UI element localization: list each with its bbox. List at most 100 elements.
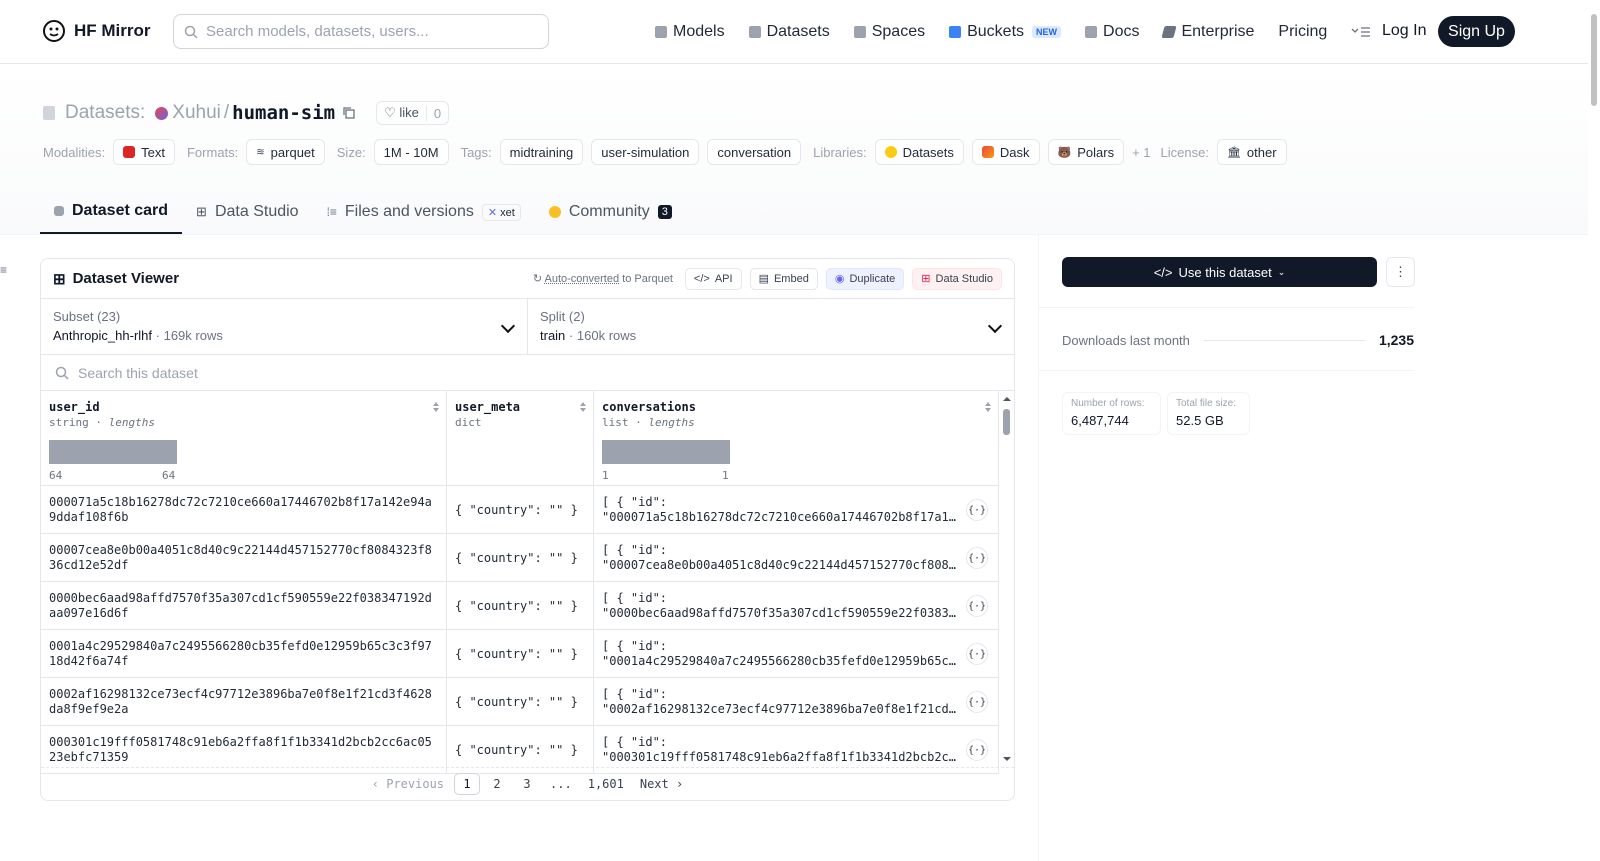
column-header-user-meta[interactable]: user_meta dict: [447, 391, 594, 486]
cell-conversations[interactable]: [ { "id": "00007cea8e0b00a4051c8d40c9c221…: [594, 534, 999, 582]
auto-converted-link[interactable]: Auto-converted: [544, 273, 619, 285]
nav-datasets[interactable]: Datasets: [748, 23, 830, 41]
tab-community[interactable]: Community 3: [535, 190, 686, 234]
use-this-dataset-button[interactable]: </> Use this dataset ⌄: [1062, 257, 1377, 287]
cell-user-meta[interactable]: { "country": "" }: [447, 486, 594, 534]
cell-user-meta[interactable]: { "country": "" }: [447, 534, 594, 582]
nav-models[interactable]: Models: [655, 23, 725, 41]
table-row[interactable]: 0001a4c29529840a7c2495566280cb35fefd0e12…: [41, 630, 999, 678]
brand-logo[interactable]: HF Mirror: [42, 19, 151, 43]
cell-user-id[interactable]: 0001a4c29529840a7c2495566280cb35fefd0e12…: [41, 630, 447, 678]
libraries-more[interactable]: + 1: [1132, 145, 1150, 160]
table-row[interactable]: 0002af16298132ce73ecf4c97712e3896ba7e0f8…: [41, 678, 999, 726]
next-page-button[interactable]: Next ›: [634, 773, 689, 795]
cell-user-id[interactable]: 0000bec6aad98affd7570f35a307cd1cf590559e…: [41, 582, 447, 630]
tag-user-simulation[interactable]: user-simulation: [591, 139, 700, 165]
like-button[interactable]: ♡ like 0: [376, 101, 450, 125]
cell-conversations[interactable]: [ { "id": "0002af16298132ce73ecf4c97712e3…: [594, 678, 999, 726]
tag-library-datasets[interactable]: Datasets: [874, 139, 964, 165]
stat-number-of-rows: Number of rows: 6,487,744: [1062, 392, 1161, 435]
dataset-search-input[interactable]: Search this dataset: [41, 355, 1014, 391]
cell-user-id[interactable]: 0002af16298132ce73ecf4c97712e3896ba7e0f8…: [41, 678, 447, 726]
tag-label: parquet: [270, 144, 315, 160]
nav-buckets[interactable]: Buckets NEW: [949, 23, 1062, 41]
table-row[interactable]: 00007cea8e0b00a4051c8d40c9c22144d4571527…: [41, 534, 999, 582]
auto-converted-note[interactable]: ↻ Auto-converted to Parquet: [533, 272, 673, 285]
tag-license[interactable]: 🏛 other: [1216, 139, 1287, 165]
page-scrollbar[interactable]: [1588, 0, 1600, 861]
page-1-button[interactable]: 1: [454, 773, 481, 795]
embed-icon: ▤: [758, 273, 769, 285]
expand-json-button[interactable]: {·}: [966, 595, 988, 617]
api-button[interactable]: </> API: [684, 267, 742, 290]
tab-dataset-card[interactable]: Dataset card: [40, 190, 183, 234]
page-3-button[interactable]: 3: [514, 773, 540, 795]
tag-library-dask[interactable]: Dask: [971, 139, 1040, 165]
column-name: user_meta: [455, 400, 521, 414]
signup-button[interactable]: Sign Up: [1438, 16, 1515, 47]
split-rows: 160k rows: [576, 328, 637, 343]
more-options-button[interactable]: ⋮: [1386, 257, 1415, 287]
cell-user-meta[interactable]: { "country": "" }: [447, 582, 594, 630]
header-divider: [0, 234, 1588, 235]
page-2-button[interactable]: 2: [484, 773, 510, 795]
sort-icon[interactable]: [984, 401, 992, 413]
subset-select[interactable]: Subset (23) Anthropic_hh-rlhf · 169k row…: [41, 299, 527, 354]
nav-enterprise[interactable]: Enterprise: [1161, 23, 1254, 41]
viewer-actions: ↻ Auto-converted to Parquet </> API ▤ Embe…: [533, 267, 1002, 290]
embed-button[interactable]: ▤ Embed: [749, 267, 818, 290]
length-histogram-bar[interactable]: [602, 440, 730, 464]
tag-format-parquet[interactable]: ≋ parquet: [246, 139, 325, 165]
last-page-button[interactable]: 1,601: [582, 773, 630, 795]
expand-json-button[interactable]: {·}: [966, 499, 988, 521]
cell-conversations[interactable]: [ { "id": "0000bec6aad98affd7570f35a307cd…: [594, 582, 999, 630]
tab-data-studio[interactable]: ⊞ Data Studio: [182, 190, 313, 234]
nav-spaces[interactable]: Spaces: [853, 23, 925, 41]
previous-page-button[interactable]: ‹ Previous: [366, 773, 450, 795]
expand-json-button[interactable]: {·}: [966, 547, 988, 569]
column-header-user-id[interactable]: user_id string · lengths 64 64: [41, 391, 447, 486]
cell-conversations[interactable]: [ { "id": "000071a5c18b16278dc72c7210ce66…: [594, 486, 999, 534]
cell-user-meta[interactable]: { "country": "" }: [447, 678, 594, 726]
more-menu-button[interactable]: [1351, 26, 1371, 38]
tag-conversation[interactable]: conversation: [707, 139, 802, 165]
toc-toggle-icon[interactable]: ≡: [0, 263, 7, 277]
brand-name: HF Mirror: [74, 21, 151, 40]
cell-conversations[interactable]: [ { "id": "0001a4c29529840a7c2495566280cb…: [594, 630, 999, 678]
data-studio-button[interactable]: ⊞ Data Studio: [912, 267, 1002, 290]
cell-user-id[interactable]: 00007cea8e0b00a4051c8d40c9c22144d4571527…: [41, 534, 447, 582]
tab-label: Community: [568, 203, 650, 220]
global-search-input[interactable]: Search models, datasets, users...: [173, 14, 549, 49]
tab-files-and-versions[interactable]: ⁞≡ Files and versions ✕ xet: [313, 190, 535, 234]
expand-json-button[interactable]: {·}: [966, 691, 988, 713]
copy-icon[interactable]: [342, 106, 356, 120]
cell-user-id[interactable]: 000071a5c18b16278dc72c7210ce660a17446702…: [41, 486, 447, 534]
nav-docs[interactable]: Docs: [1085, 23, 1139, 41]
table-scrollbar[interactable]: [999, 391, 1015, 767]
tag-modality-text[interactable]: Text: [113, 139, 175, 165]
login-link[interactable]: Log In: [1382, 22, 1426, 40]
scroll-down-arrow-icon[interactable]: [999, 754, 1015, 764]
tag-midtraining[interactable]: midtraining: [499, 139, 584, 165]
scrollbar-thumb[interactable]: [1591, 14, 1597, 106]
dataset-name[interactable]: human-sim: [232, 102, 335, 124]
downloads-value: 1,235: [1378, 332, 1414, 348]
table-row[interactable]: 000071a5c18b16278dc72c7210ce660a17446702…: [41, 486, 999, 534]
duplicate-button[interactable]: ◉ Duplicate: [825, 267, 905, 290]
scroll-up-arrow-icon[interactable]: [999, 394, 1015, 404]
models-icon: [655, 26, 667, 38]
tag-size[interactable]: 1M - 10M: [373, 139, 449, 165]
sort-icon[interactable]: [432, 401, 440, 413]
sort-icon[interactable]: [579, 401, 587, 413]
column-header-conversations[interactable]: conversations list · lengths 1 1: [594, 391, 999, 486]
split-select[interactable]: Split (2) train · 160k rows: [527, 299, 1014, 354]
table-scrollbar-thumb[interactable]: [1003, 409, 1010, 435]
nav-pricing[interactable]: Pricing: [1278, 23, 1327, 41]
table-row[interactable]: 0000bec6aad98affd7570f35a307cd1cf590559e…: [41, 582, 999, 630]
expand-json-button[interactable]: {·}: [966, 643, 988, 665]
cell-user-meta[interactable]: { "country": "" }: [447, 630, 594, 678]
expand-json-button[interactable]: {·}: [966, 739, 988, 761]
owner-link[interactable]: Xuhui: [172, 102, 221, 124]
length-histogram-bar[interactable]: [49, 440, 177, 464]
tag-library-polars[interactable]: 🐻 Polars: [1047, 139, 1125, 165]
